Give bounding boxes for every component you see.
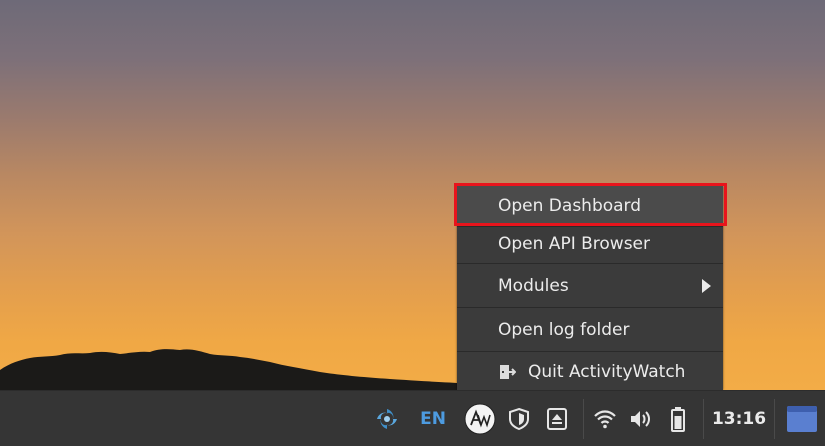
swirl-app-icon[interactable]: [372, 391, 402, 447]
tray-context-menu: Open Dashboard Open API Browser Modules …: [457, 186, 723, 390]
menu-item-label: Quit ActivityWatch: [528, 362, 686, 382]
menu-separator: [457, 307, 723, 308]
tray-separator: [774, 399, 775, 439]
menu-separator: [457, 351, 723, 352]
menu-item-open-api-browser[interactable]: Open API Browser: [457, 227, 723, 261]
menu-item-open-dashboard[interactable]: Open Dashboard: [457, 186, 723, 226]
menu-item-label: Open API Browser: [498, 234, 650, 254]
menu-item-quit[interactable]: Quit ActivityWatch: [457, 354, 723, 390]
taskbar: EN 13:16: [0, 390, 825, 446]
activitywatch-icon[interactable]: [462, 391, 498, 447]
battery-icon[interactable]: [665, 391, 691, 447]
submenu-arrow-icon: [702, 279, 711, 293]
volume-icon[interactable]: [627, 391, 655, 447]
wifi-icon[interactable]: [591, 391, 619, 447]
tray-separator: [703, 399, 704, 439]
menu-item-open-log-folder[interactable]: Open log folder: [457, 310, 723, 350]
menu-item-label: Open log folder: [498, 320, 630, 340]
clock[interactable]: 13:16: [710, 391, 768, 447]
menu-item-label: Modules: [498, 276, 569, 296]
tray-separator: [583, 399, 584, 439]
exit-icon: [500, 365, 516, 379]
eject-icon[interactable]: [543, 391, 571, 447]
menu-item-modules[interactable]: Modules: [457, 266, 723, 306]
language-indicator[interactable]: EN: [416, 391, 450, 447]
shield-icon[interactable]: [505, 391, 533, 447]
window-switcher-icon[interactable]: [784, 391, 820, 447]
menu-item-label: Open Dashboard: [498, 196, 642, 216]
menu-separator: [457, 263, 723, 264]
